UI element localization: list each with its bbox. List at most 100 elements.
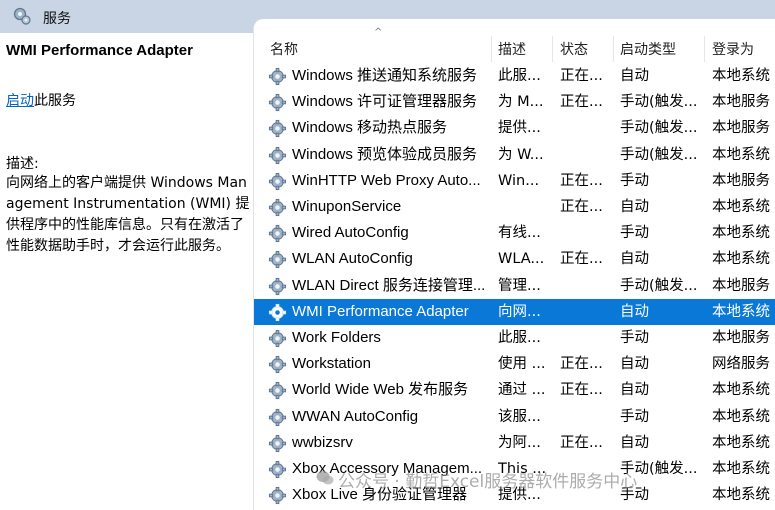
service-logon-cell: 本地系统 — [712, 487, 770, 504]
service-logon-cell: 本地服务 — [712, 172, 770, 189]
sort-ascending-icon: ^ — [374, 27, 383, 38]
service-row[interactable]: Windows 许可证管理器服务 为 M... 正在... 手动(触发... 本地服务 — [254, 89, 775, 115]
watermark-text: 公众号 · 勤哲Excel服务器软件服务中心 — [338, 472, 638, 492]
service-row[interactable]: Windows 移动热点服务 提供... 手动(触发... 本地服务 — [254, 115, 775, 141]
service-startup-type-cell: 手动(触发... — [620, 146, 698, 163]
service-row[interactable]: WinuponService 正在... 自动 本地系统 — [254, 194, 775, 220]
service-startup-type-cell: 自动 — [620, 199, 649, 215]
service-gear-icon — [268, 329, 287, 348]
service-description-cell: 管理... — [498, 277, 541, 294]
service-gear-icon — [268, 146, 287, 165]
service-action: 启动此服务 — [6, 90, 76, 110]
service-status-cell: 正在... — [560, 68, 603, 84]
column-header-startup-type[interactable]: 启动类型 — [620, 39, 676, 59]
column-header-description[interactable]: 描述 — [498, 39, 526, 59]
service-logon-cell: 本地服务 — [712, 120, 770, 137]
service-logon-cell: 本地系统 — [712, 303, 770, 320]
service-row[interactable]: WLAN Direct 服务连接管理... 管理... 手动(触发... 本地服务 — [254, 273, 775, 299]
service-startup-type-cell: 手动(触发... — [620, 120, 698, 137]
wechat-icon — [316, 471, 334, 485]
service-gear-icon — [268, 381, 287, 400]
service-description-cell: 为阿... — [498, 434, 541, 451]
service-gear-icon — [268, 224, 287, 243]
service-status-cell: 正在... — [560, 172, 603, 189]
service-row[interactable]: wwbizsrv 为阿... 正在... 自动 本地系统 — [254, 430, 775, 456]
service-row[interactable]: WLAN AutoConfig WLA... 正在... 自动 本地系统 — [254, 246, 775, 272]
service-row[interactable]: WinHTTP Web Proxy Auto... Win... 正在... 手动 本地… — [254, 168, 775, 194]
service-name-cell: Workstation — [292, 355, 371, 373]
service-detail-panel: WMI Performance Adapter 启动此服务 描述: 向网络上的客… — [0, 33, 253, 510]
column-divider[interactable] — [704, 36, 705, 62]
service-startup-type-cell: 手动 — [620, 408, 649, 425]
service-name-cell: WLAN AutoConfig — [292, 250, 413, 268]
service-name-cell: wwbizsrv — [292, 433, 353, 451]
start-service-link[interactable]: 启动 — [6, 93, 34, 109]
service-status-cell: 正在... — [560, 199, 603, 215]
service-description-cell: 此服... — [498, 68, 541, 84]
service-name-cell: WMI Performance Adapter — [292, 302, 469, 320]
service-logon-cell: 本地服务 — [712, 277, 770, 294]
service-gear-icon — [268, 198, 287, 217]
column-header-logon-as[interactable]: 登录为 — [712, 39, 754, 59]
service-name-cell: Work Folders — [292, 329, 381, 346]
service-gear-icon — [268, 172, 287, 191]
service-row[interactable]: Windows 预览体验成员服务 为 W... 手动(触发... 本地系统 — [254, 142, 775, 168]
service-startup-type-cell: 自动 — [620, 68, 649, 84]
service-description-cell: 有线... — [498, 225, 541, 242]
service-startup-type-cell: 手动 — [620, 172, 649, 189]
service-startup-type-cell: 手动(触发... — [620, 277, 698, 294]
service-name-cell: WLAN Direct 服务连接管理... — [292, 276, 486, 294]
service-logon-cell: 网络服务 — [712, 356, 770, 373]
service-status-cell: 正在... — [560, 434, 603, 451]
service-gear-icon — [268, 408, 287, 427]
service-startup-type-cell: 自动 — [620, 303, 649, 320]
service-gear-icon — [268, 303, 287, 322]
service-startup-type-cell: 手动(触发... — [620, 94, 698, 111]
service-status-cell: 正在... — [560, 94, 603, 111]
service-gear-icon — [268, 486, 287, 505]
services-list[interactable]: ^ 名称 描述 状态 启动类型 登录为 Windows 推送通知系统服务 此服..… — [253, 19, 775, 510]
service-startup-type-cell: 自动 — [620, 434, 649, 451]
service-startup-type-cell: 自动 — [620, 382, 649, 399]
start-service-suffix: 此服务 — [34, 93, 76, 109]
service-description-cell: 该服... — [498, 408, 541, 425]
service-status-cell: 正在... — [560, 382, 603, 399]
service-name-cell: WinHTTP Web Proxy Auto... — [292, 171, 481, 189]
service-row[interactable]: Wired AutoConfig 有线... 手动 本地系统 — [254, 220, 775, 246]
service-logon-cell: 本地系统 — [712, 461, 770, 477]
service-name-cell: Wired AutoConfig — [292, 224, 409, 242]
service-description-cell: 提供... — [498, 120, 541, 137]
service-row[interactable]: Work Folders 此服... 手动 本地服务 — [254, 325, 775, 351]
service-row[interactable]: Windows 推送通知系统服务 此服... 正在... 自动 本地系统 — [254, 63, 775, 89]
service-gear-icon — [268, 119, 287, 138]
service-logon-cell: 本地服务 — [712, 330, 770, 346]
column-header-name[interactable]: 名称 — [270, 39, 298, 59]
description-text: 向网络上的客户端提供 Windows Management Instrument… — [6, 175, 250, 254]
column-divider[interactable] — [613, 36, 614, 62]
service-gear-icon — [268, 460, 287, 479]
selected-service-name: WMI Performance Adapter — [6, 42, 193, 59]
service-logon-cell: 本地系统 — [712, 68, 770, 84]
service-row-selected[interactable]: WMI Performance Adapter 向网... 自动 本地系统 — [254, 298, 775, 325]
column-divider[interactable] — [491, 36, 492, 62]
service-description-cell: 使用 ... — [498, 356, 546, 373]
service-startup-type-cell: 手动 — [620, 225, 649, 242]
service-row[interactable]: Workstation 使用 ... 正在... 自动 网络服务 — [254, 351, 775, 377]
service-name-cell: WinuponService — [292, 198, 402, 215]
service-description-cell: 此服... — [498, 330, 541, 346]
service-row[interactable]: World Wide Web 发布服务 通过 ... 正在... 自动 本地系统 — [254, 377, 775, 403]
service-description-cell: Win... — [498, 172, 540, 189]
service-description-cell: 通过 ... — [498, 382, 546, 399]
service-gear-icon — [268, 250, 287, 269]
service-startup-type-cell: 手动 — [620, 330, 649, 346]
service-logon-cell: 本地系统 — [712, 199, 770, 215]
service-gear-icon — [268, 93, 287, 112]
list-header: ^ 名称 描述 状态 启动类型 登录为 — [254, 19, 775, 63]
service-description-cell: 向网... — [498, 303, 541, 320]
service-row[interactable]: WWAN AutoConfig 该服... 手动 本地系统 — [254, 404, 775, 430]
description-label: 描述: — [6, 156, 39, 172]
service-description-cell: 为 W... — [498, 146, 544, 163]
column-header-status[interactable]: 状态 — [560, 39, 588, 59]
column-divider[interactable] — [552, 36, 553, 62]
services-gear-icon — [13, 7, 31, 25]
